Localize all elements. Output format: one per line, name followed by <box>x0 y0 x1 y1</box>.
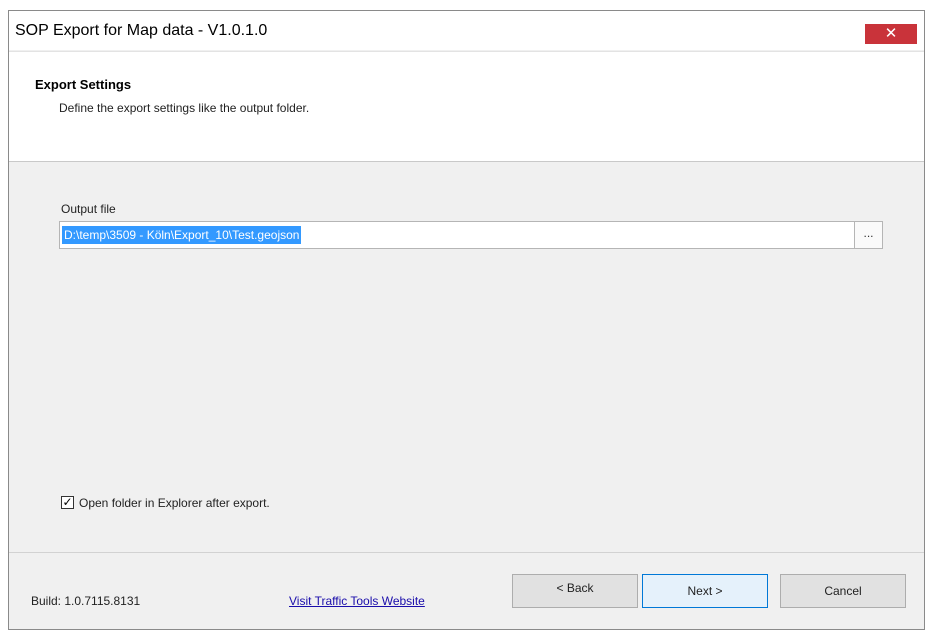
window-title: SOP Export for Map data - V1.0.1.0 <box>15 22 268 39</box>
page-title: Export Settings <box>35 77 132 92</box>
export-dialog-window: SOP Export for Map data - V1.0.1.0 ✕ Exp… <box>8 10 925 630</box>
output-file-label: Output file <box>61 202 116 216</box>
close-button[interactable]: ✕ <box>865 24 917 44</box>
output-file-input[interactable]: D:\temp\3509 - Köln\Export_10\Test.geojs… <box>59 221 855 249</box>
cancel-button[interactable]: Cancel <box>780 574 906 608</box>
output-file-value: D:\temp\3509 - Köln\Export_10\Test.geojs… <box>62 226 302 244</box>
browse-button[interactable]: ... <box>855 221 883 249</box>
website-link[interactable]: Visit Traffic Tools Website <box>289 594 425 608</box>
open-folder-label: Open folder in Explorer after export. <box>79 496 270 510</box>
open-folder-checkbox[interactable]: ✓ <box>61 496 74 509</box>
footer-divider <box>9 552 924 553</box>
back-button[interactable]: < Back <box>512 574 638 608</box>
checkmark-icon: ✓ <box>62 495 73 509</box>
next-button[interactable]: Next > <box>642 574 768 608</box>
ellipsis-icon: ... <box>863 226 874 240</box>
page-subtitle: Define the export settings like the outp… <box>59 101 310 115</box>
wizard-header: Export Settings Define the export settin… <box>9 51 924 162</box>
close-icon: ✕ <box>884 25 898 42</box>
build-version: Build: 1.0.7115.8131 <box>31 594 141 608</box>
title-bar: SOP Export for Map data - V1.0.1.0 ✕ <box>9 11 924 50</box>
